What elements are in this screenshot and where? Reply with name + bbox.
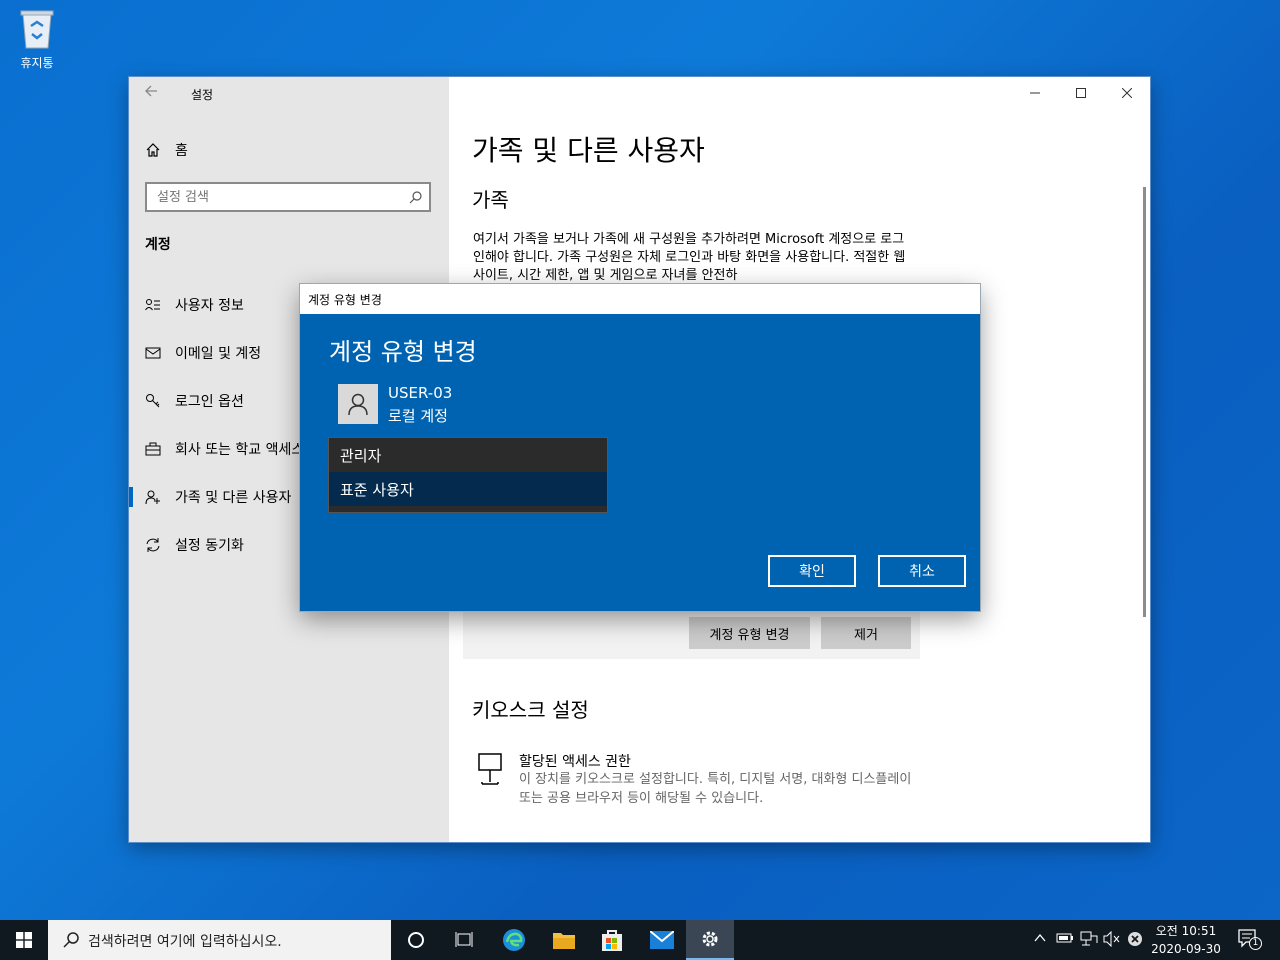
back-arrow-icon[interactable]	[143, 83, 165, 103]
sidebar-item-label: 가족 및 다른 사용자	[175, 490, 292, 506]
sidebar-item-label: 로그인 옵션	[175, 394, 244, 410]
home-label: 홈	[175, 143, 188, 159]
clock-time: 오전 10:51	[1155, 924, 1217, 938]
option-standard-user[interactable]: 표준 사용자	[329, 472, 607, 506]
person-icon	[348, 393, 368, 416]
scrollbar[interactable]	[1143, 187, 1146, 617]
clock-date: 2020-09-30	[1151, 942, 1221, 956]
window-title: 설정	[191, 88, 214, 102]
taskbar-search-placeholder: 검색하려면 여기에 입력하십시오.	[88, 934, 282, 950]
kiosk-header: 키오스크 설정	[472, 698, 589, 722]
kiosk-title[interactable]: 할당된 액세스 권한	[519, 751, 631, 771]
sync-icon	[146, 538, 160, 552]
recycle-bin-icon	[19, 8, 55, 50]
taskbar: 검색하려면 여기에 입력하십시오. 오전 10:51 2020-09-30 1	[0, 920, 1280, 960]
settings-search-input[interactable]	[155, 189, 399, 206]
maximize-icon[interactable]	[1058, 77, 1104, 109]
sidebar-item-label: 회사 또는 학교 액세스	[175, 442, 305, 458]
user-account-type: 로컬 계정	[388, 407, 448, 425]
volume-muted-icon[interactable]	[1103, 930, 1121, 951]
ime-icon[interactable]	[1127, 931, 1143, 951]
window-controls	[1012, 77, 1150, 109]
sidebar-item-label: 설정 동기화	[175, 538, 244, 554]
close-icon[interactable]	[1104, 77, 1150, 109]
search-icon	[63, 932, 79, 948]
clock[interactable]: 오전 10:51 2020-09-30	[1146, 922, 1226, 958]
sidebar-item-label: 이메일 및 계정	[175, 346, 262, 362]
user-name: USER-03	[388, 384, 453, 402]
recycle-bin-label: 휴지통	[20, 56, 54, 70]
cortana-icon[interactable]	[392, 920, 440, 960]
change-account-type-dialog: 계정 유형 변경 계정 유형 변경 USER-03 로컬 계정 관리자 표준 사…	[300, 284, 980, 611]
nav-home[interactable]: 홈	[145, 140, 188, 160]
sidebar-item-label: 사용자 정보	[175, 298, 244, 314]
recycle-bin[interactable]: 휴지통	[10, 8, 64, 71]
key-icon	[146, 394, 160, 408]
ok-button[interactable]: 확인	[768, 555, 856, 587]
notification-icon[interactable]: 1	[1238, 929, 1262, 953]
person-add-icon	[145, 490, 160, 505]
minimize-icon[interactable]	[1012, 77, 1058, 109]
kiosk-icon[interactable]	[477, 752, 503, 790]
kiosk-description: 이 장치를 키오스크로 설정합니다. 특히, 디지털 서명, 대화형 디스플레이…	[519, 772, 912, 806]
start-button[interactable]	[0, 920, 48, 960]
chevron-up-icon[interactable]	[1033, 931, 1047, 949]
settings-search[interactable]	[145, 182, 431, 212]
family-description: 여기서 가족을 보거나 가족에 새 구성원을 추가하려면 Microsoft 계…	[473, 232, 906, 283]
section-title: 계정	[145, 237, 171, 253]
option-administrator[interactable]: 관리자	[329, 438, 607, 472]
mail-icon	[145, 347, 161, 359]
store-icon[interactable]	[588, 920, 636, 960]
notification-count: 1	[1249, 937, 1262, 950]
network-icon[interactable]	[1080, 931, 1098, 951]
search-icon	[409, 191, 422, 204]
change-account-type-button[interactable]: 계정 유형 변경	[689, 617, 810, 649]
title-bar: 설정	[129, 77, 449, 109]
account-type-dropdown[interactable]: 관리자 표준 사용자	[328, 437, 608, 513]
file-explorer-icon[interactable]	[540, 920, 588, 960]
home-icon	[146, 143, 160, 157]
avatar	[338, 384, 378, 424]
taskbar-search[interactable]: 검색하려면 여기에 입력하십시오.	[48, 920, 391, 960]
remove-button[interactable]: 제거	[821, 617, 911, 649]
edge-icon[interactable]	[490, 920, 538, 960]
dialog-window-title: 계정 유형 변경	[308, 293, 382, 307]
mail-app-icon[interactable]	[638, 920, 686, 960]
windows-logo-icon	[16, 932, 32, 948]
briefcase-icon	[145, 442, 161, 456]
user-info-icon	[145, 299, 160, 311]
task-view-icon[interactable]	[440, 920, 488, 960]
family-header: 가족	[472, 188, 509, 212]
battery-icon[interactable]	[1056, 931, 1074, 949]
page-title: 가족 및 다른 사용자	[472, 134, 705, 167]
dialog-heading: 계정 유형 변경	[329, 338, 477, 366]
dialog-title-bar: 계정 유형 변경	[300, 284, 980, 314]
cancel-button[interactable]: 취소	[878, 555, 966, 587]
settings-app-icon[interactable]	[686, 920, 734, 960]
